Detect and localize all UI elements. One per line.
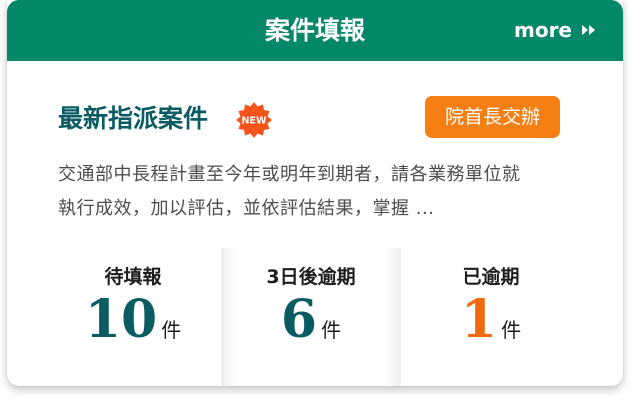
stat-due-soon-label: 3日後逾期 <box>266 266 356 288</box>
more-link[interactable]: more <box>514 14 597 46</box>
stat-overdue-label: 已逾期 <box>462 266 520 288</box>
case-report-card: 案件填報 more 最新指派案件 NEW 院首長交辦 交通部中長程計畫至今年或明… <box>7 0 623 386</box>
stat-pending-unit: 件 <box>161 318 182 342</box>
stat-due-soon-unit: 件 <box>321 318 342 342</box>
case-summary[interactable]: 交通部中長程計畫至今年或明年到期者，請各業務單位就 執行成效，加以評估，並依評估… <box>58 158 578 226</box>
new-badge-text: NEW <box>242 116 267 127</box>
new-badge-icon: NEW <box>236 102 272 138</box>
double-arrow-right-icon <box>581 24 597 36</box>
more-label: more <box>513 18 572 42</box>
summary-line-2: 執行成效，加以評估，並依評估結果，掌握 ... <box>58 198 435 219</box>
latest-cases-title: 最新指派案件 <box>58 104 209 133</box>
assigned-by-tag[interactable]: 院首長交辦 <box>425 96 560 138</box>
stat-pending[interactable]: 待填報 10 件 <box>43 248 223 386</box>
stat-overdue[interactable]: 已逾期 1 件 <box>401 248 581 386</box>
stat-overdue-unit: 件 <box>501 318 522 342</box>
stat-due-soon[interactable]: 3日後逾期 6 件 <box>221 248 401 386</box>
stat-pending-count: 10 <box>84 289 158 350</box>
card-header: 案件填報 more <box>7 0 623 61</box>
summary-line-1: 交通部中長程計畫至今年或明年到期者，請各業務單位就 <box>58 164 521 185</box>
stat-overdue-count: 1 <box>460 289 498 350</box>
stat-due-soon-count: 6 <box>280 289 318 350</box>
stat-pending-label: 待填報 <box>104 266 162 288</box>
